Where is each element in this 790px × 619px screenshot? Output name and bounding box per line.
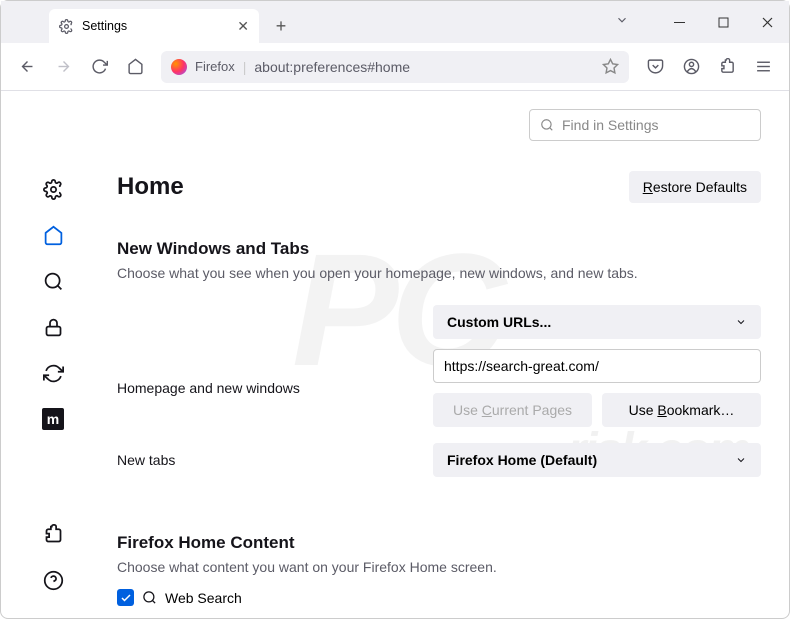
- restore-label: estore Defaults: [653, 179, 747, 195]
- toolbar: Firefox | about:preferences#home: [1, 43, 789, 91]
- sidebar-item-help[interactable]: [33, 560, 73, 600]
- newtabs-label: New tabs: [117, 452, 417, 468]
- sidebar-item-sync[interactable]: [33, 353, 73, 393]
- pocket-button[interactable]: [639, 51, 671, 83]
- use-bookmark-button[interactable]: Use Bookmark…: [602, 393, 761, 427]
- window-controls: [657, 1, 789, 43]
- newtabs-select[interactable]: Firefox Home (Default): [433, 443, 761, 477]
- section-heading-home-content: Firefox Home Content: [117, 533, 761, 553]
- homepage-select[interactable]: Custom URLs...: [433, 305, 761, 339]
- gear-icon: [59, 19, 74, 34]
- account-button[interactable]: [675, 51, 707, 83]
- section-heading-windows-tabs: New Windows and Tabs: [117, 239, 761, 259]
- use-current-pages-button[interactable]: Use Current Pages: [433, 393, 592, 427]
- menu-button[interactable]: [747, 51, 779, 83]
- forward-button[interactable]: [47, 51, 79, 83]
- tabs-dropdown-icon[interactable]: [615, 13, 629, 27]
- home-button[interactable]: [119, 51, 151, 83]
- reload-button[interactable]: [83, 51, 115, 83]
- sidebar: m: [1, 91, 105, 618]
- restore-defaults-button[interactable]: Restore Defaults: [629, 171, 761, 203]
- homepage-label: Homepage and new windows: [117, 380, 417, 396]
- page-title: Home: [117, 173, 184, 201]
- sidebar-item-search[interactable]: [33, 261, 73, 301]
- chevron-down-icon: [735, 316, 747, 328]
- address-separator: |: [243, 59, 247, 75]
- tab-title: Settings: [82, 19, 127, 33]
- sidebar-item-more[interactable]: m: [33, 399, 73, 439]
- tab-settings[interactable]: Settings ✕: [49, 9, 259, 43]
- minimize-button[interactable]: [657, 1, 701, 43]
- close-button[interactable]: [745, 1, 789, 43]
- search-placeholder: Find in Settings: [562, 117, 659, 133]
- search-icon: [142, 590, 157, 605]
- chevron-down-icon: [735, 454, 747, 466]
- new-tab-button[interactable]: +: [267, 12, 295, 40]
- maximize-button[interactable]: [701, 1, 745, 43]
- sidebar-item-general[interactable]: [33, 169, 73, 209]
- back-button[interactable]: [11, 51, 43, 83]
- close-icon[interactable]: ✕: [237, 18, 249, 35]
- sidebar-item-home[interactable]: [33, 215, 73, 255]
- bookmark-star-icon[interactable]: [602, 58, 619, 75]
- address-label: Firefox: [195, 59, 235, 74]
- websearch-label: Web Search: [165, 590, 242, 606]
- address-url: about:preferences#home: [254, 59, 410, 75]
- newtabs-select-value: Firefox Home (Default): [447, 452, 597, 468]
- section-desc-windows-tabs: Choose what you see when you open your h…: [117, 265, 761, 281]
- homepage-select-value: Custom URLs...: [447, 314, 551, 330]
- mozilla-icon: m: [42, 408, 64, 430]
- section-desc-home-content: Choose what content you want on your Fir…: [117, 559, 761, 575]
- settings-search[interactable]: Find in Settings: [529, 109, 761, 141]
- search-icon: [540, 118, 554, 132]
- firefox-logo-icon: [171, 59, 187, 75]
- tab-bar: Settings ✕ +: [1, 1, 789, 43]
- address-bar[interactable]: Firefox | about:preferences#home: [161, 51, 629, 83]
- sidebar-item-privacy[interactable]: [33, 307, 73, 347]
- extensions-button[interactable]: [711, 51, 743, 83]
- websearch-checkbox[interactable]: [117, 589, 134, 606]
- sidebar-item-extensions[interactable]: [33, 514, 73, 554]
- homepage-url-input[interactable]: [433, 349, 761, 383]
- main-content: Find in Settings Home Restore Defaults N…: [105, 91, 789, 618]
